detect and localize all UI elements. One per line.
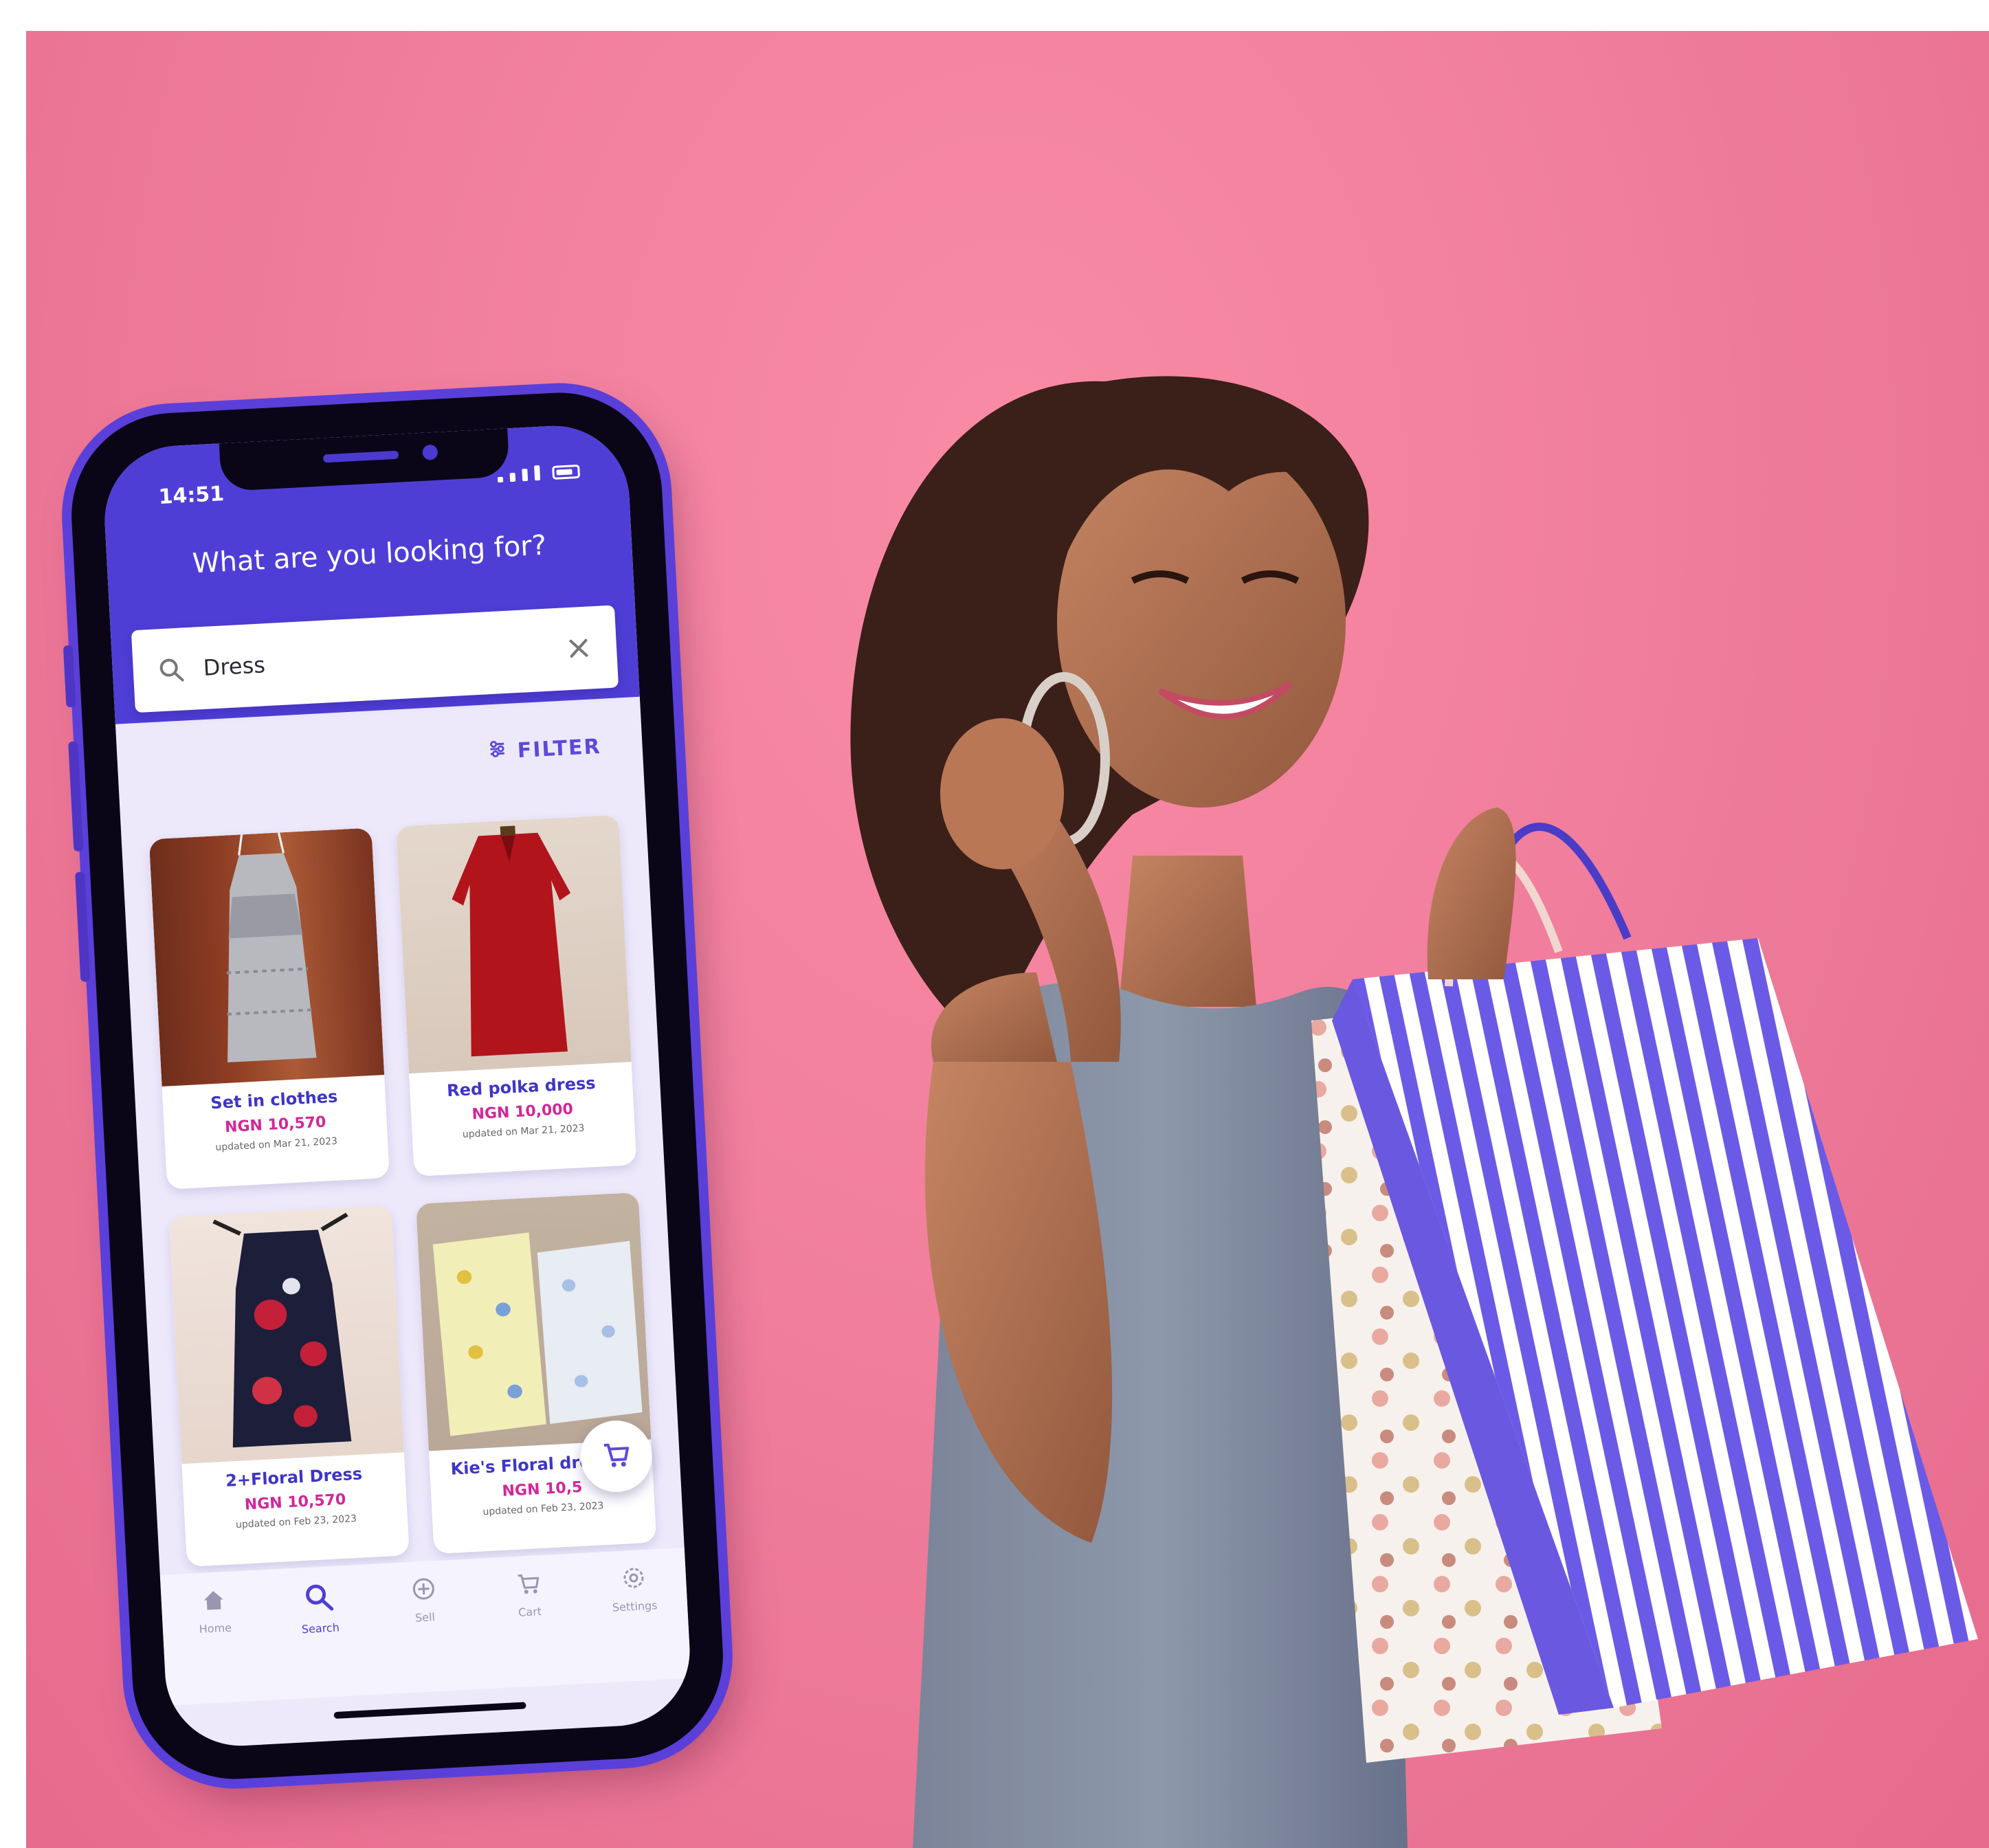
signal-bar-icon <box>522 468 529 482</box>
filter-button[interactable]: FILTER <box>487 733 602 766</box>
filter-icon <box>487 738 509 766</box>
nav-item-search[interactable]: Search <box>277 1579 362 1637</box>
search-bar[interactable] <box>131 605 619 713</box>
nav-item-settings[interactable]: Settings <box>592 1562 677 1615</box>
home-indicator <box>333 1702 526 1719</box>
product-image <box>416 1192 652 1451</box>
filter-label: FILTER <box>516 734 602 763</box>
nav-item-cart[interactable]: Cart <box>487 1568 572 1621</box>
nav-label: Cart <box>518 1605 542 1619</box>
phone-mockup: 14:51 What are you looking for? Dress FI… <box>63 387 729 1785</box>
phone-screen: 14:51 What are you looking for? Dress FI… <box>100 422 694 1750</box>
product-image <box>396 814 632 1074</box>
battery-icon <box>552 464 581 480</box>
bottom-nav: Home Search Sell Cart Settings <box>159 1548 691 1706</box>
nav-label: Settings <box>612 1599 658 1614</box>
product-card[interactable]: 2+Floral Dress NGN 10,570 updated on Feb… <box>168 1205 410 1567</box>
status-icons <box>497 463 581 483</box>
nav-item-home[interactable]: Home <box>172 1584 257 1637</box>
signal-bar-icon <box>497 476 504 483</box>
search-icon <box>302 1580 337 1617</box>
search-input[interactable] <box>201 636 556 682</box>
phone-speaker <box>322 450 399 463</box>
search-icon <box>146 645 197 695</box>
nav-item-sell[interactable]: Sell <box>381 1573 467 1626</box>
phone-volume-up <box>68 741 84 852</box>
promo-banner: 14:51 What are you looking for? Dress FI… <box>26 31 1989 1848</box>
product-image <box>168 1205 404 1465</box>
product-title: Red polka dress <box>446 1073 597 1101</box>
nav-label: Sell <box>414 1610 436 1625</box>
signal-bar-icon <box>534 465 541 481</box>
shopper-photo <box>748 333 1989 1848</box>
product-title: 2+Floral Dress <box>225 1464 363 1491</box>
phone-mute-switch <box>63 645 76 708</box>
close-icon[interactable] <box>553 623 604 674</box>
status-time: 14:51 <box>157 482 225 509</box>
phone-volume-down <box>75 871 91 982</box>
home-icon <box>199 1585 228 1617</box>
page-title: What are you looking for? <box>191 529 548 580</box>
cart-icon <box>514 1569 543 1601</box>
signal-bar-icon <box>509 472 516 482</box>
product-card[interactable]: Red polka dress NGN 10,000 updated on Ma… <box>396 814 637 1177</box>
product-card[interactable]: Kie's Floral dresses NGN 10,5 updated on… <box>416 1192 657 1555</box>
product-card[interactable]: Set in clothes NGN 10,570 updated on Mar… <box>148 827 390 1190</box>
gear-icon <box>619 1563 648 1595</box>
sell-icon <box>409 1574 438 1606</box>
product-title: Set in clothes <box>210 1087 338 1113</box>
camera-icon <box>422 444 438 460</box>
product-image <box>148 827 385 1087</box>
nav-label: Search <box>301 1621 340 1636</box>
cart-icon <box>599 1438 633 1474</box>
nav-label: Home <box>199 1621 232 1636</box>
